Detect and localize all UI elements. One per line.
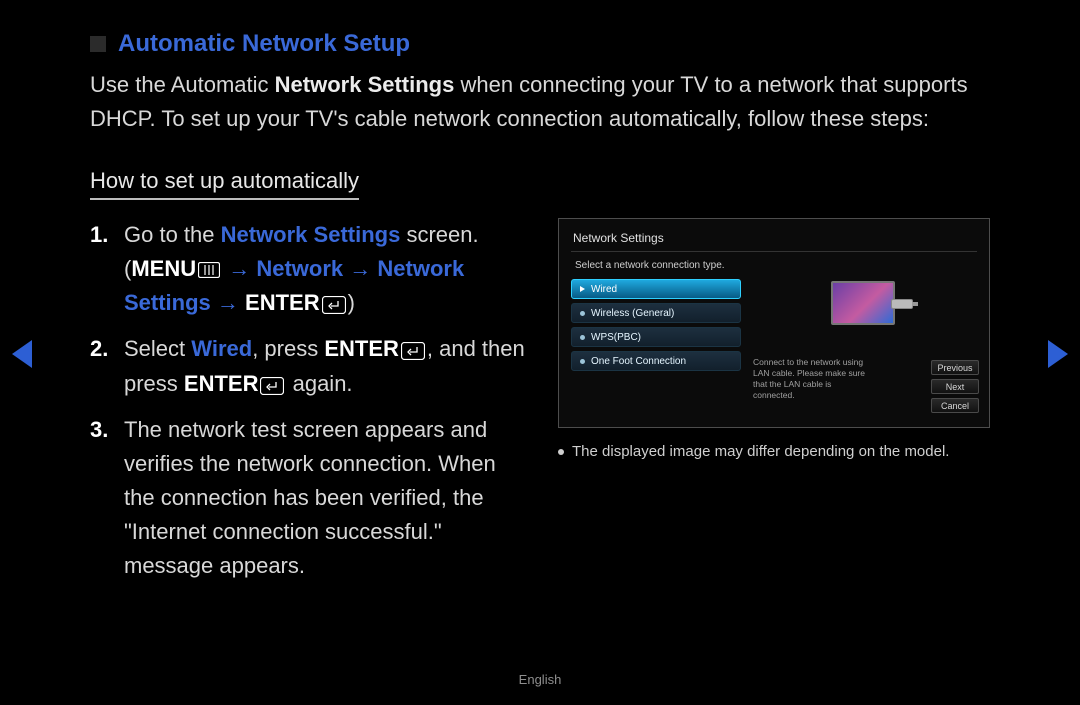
step-2: Select Wired, press ENTER, and then pres… [90,332,532,400]
step-1: Go to the Network Settings screen. (MENU… [90,218,532,320]
content-columns: Go to the Network Settings screen. (MENU… [90,218,990,595]
step2-d: again. [286,371,352,396]
option-wps[interactable]: WPS(PBC) [571,327,741,347]
cancel-button[interactable]: Cancel [931,398,979,413]
lan-plug-icon [891,299,913,309]
option-label: One Foot Connection [591,356,686,367]
steps-column: Go to the Network Settings screen. (MENU… [90,218,532,595]
option-label: Wired [591,284,617,295]
footer-language: English [0,672,1080,687]
network-settings-window: Network Settings Select a network connec… [558,218,990,428]
bullet-icon [558,449,564,455]
next-button[interactable]: Next [931,379,979,394]
step2-a: Select [124,336,191,361]
title-row: Automatic Network Setup [90,30,990,58]
tv-icon [831,281,895,325]
subheading: How to set up automatically [90,168,359,200]
intro-pre: Use the Automatic [90,72,275,97]
connection-options: Wired Wireless (General) WPS(PBC) One Fo… [571,279,741,371]
right-column: Network Settings Select a network connec… [558,218,990,595]
option-onefoot[interactable]: One Foot Connection [571,351,741,371]
steps-list: Go to the Network Settings screen. (MENU… [90,218,532,583]
option-label: Wireless (General) [591,308,674,319]
nav-prev-icon[interactable] [12,340,32,368]
option-label: WPS(PBC) [591,332,641,343]
play-icon [580,286,585,292]
previous-button[interactable]: Previous [931,360,979,375]
note-row: The displayed image may differ depending… [558,442,990,462]
enter-icon [401,342,425,360]
option-wired[interactable]: Wired [571,279,741,299]
arrow-icon: → [228,256,256,281]
note-text: The displayed image may differ depending… [572,442,949,462]
window-buttons: Previous Next Cancel [931,360,979,413]
window-instruction: Select a network connection type. [575,260,973,271]
step-3: The network test screen appears and veri… [90,413,532,583]
step1-text-c: screen. [400,222,478,247]
step1-link: Network Settings [221,222,401,247]
step1-text-a: Go to the [124,222,221,247]
step2-enter2: ENTER [184,371,259,396]
arrow-icon: → [217,290,245,315]
nav-next-icon[interactable] [1048,340,1068,368]
dot-icon [580,311,585,316]
intro-bold: Network Settings [275,72,455,97]
path-network: Network [256,256,343,281]
intro-paragraph: Use the Automatic Network Settings when … [90,68,990,136]
enter-label: ENTER [245,290,320,315]
manual-page: Automatic Network Setup Use the Automati… [0,0,1080,705]
enter-icon [260,377,284,395]
section-bullet-icon [90,36,106,52]
dot-icon [580,335,585,340]
step2-enter1: ENTER [324,336,399,361]
menu-icon [198,262,220,278]
step2-wired: Wired [191,336,252,361]
dot-icon [580,359,585,364]
menu-label: MENU [131,256,196,281]
window-tip: Connect to the network using LAN cable. … [753,357,873,401]
window-title: Network Settings [571,229,977,252]
enter-icon [322,296,346,314]
step2-b: , press [252,336,324,361]
arrow-icon: → [349,256,377,281]
page-title: Automatic Network Setup [118,30,410,58]
option-wireless[interactable]: Wireless (General) [571,303,741,323]
